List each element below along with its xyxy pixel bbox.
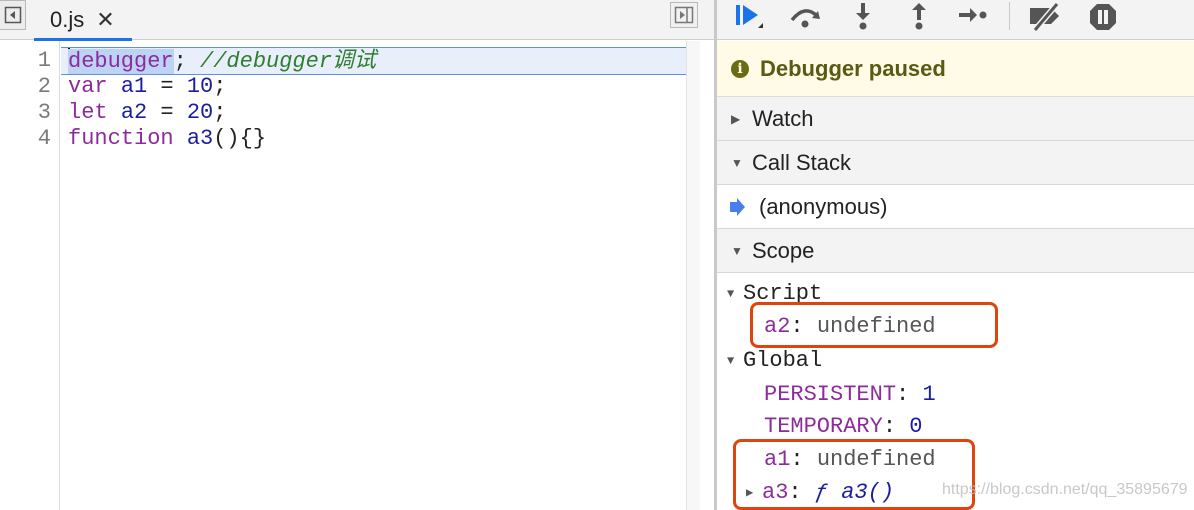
number-token: 20 <box>186 100 214 125</box>
debugger-toolbar <box>717 0 1194 40</box>
source-editor-pane: 0.js ✕ 1 2 3 4 debugger; //debugger调试 va… <box>0 0 716 510</box>
deactivate-breakpoints-icon <box>1030 2 1060 32</box>
file-tab-0js[interactable]: 0.js ✕ <box>34 0 132 41</box>
code-line-4[interactable]: function a3(){} <box>68 126 266 152</box>
punctuation-token: ; <box>213 100 227 125</box>
punctuation-token: ; <box>213 74 227 99</box>
pause-on-exceptions-button[interactable] <box>1085 0 1121 34</box>
punctuation-token: (){} <box>213 126 267 151</box>
scope-section-label: Scope <box>752 237 815 263</box>
code-line-3[interactable]: let a2 = 20; <box>68 100 226 126</box>
call-stack-section-label: Call Stack <box>752 149 852 175</box>
annotation-box-global-vars <box>733 439 975 510</box>
step-into-icon <box>856 3 870 30</box>
resume-button[interactable] <box>731 0 767 34</box>
line-number[interactable]: 3 <box>0 100 51 126</box>
property-value: 0 <box>909 414 923 439</box>
collapse-triangle-icon: ▼ <box>727 354 735 368</box>
annotation-box-script-scope <box>750 302 998 348</box>
sidebar-left-icon <box>4 6 21 24</box>
identifier-token: a2 <box>120 100 148 125</box>
toolbar-separator <box>1009 2 1010 30</box>
collapse-triangle-icon: ▼ <box>731 243 743 258</box>
scope-property-temporary[interactable]: TEMPORARY: 0 <box>764 412 922 442</box>
info-icon: i <box>731 59 749 78</box>
keyword-token: debugger <box>68 49 174 74</box>
punctuation-token: ; <box>173 49 201 74</box>
collapse-triangle-icon: ▼ <box>727 287 735 301</box>
frame-name: (anonymous) <box>759 193 888 219</box>
number-token: 10 <box>186 74 214 99</box>
call-stack-section-header[interactable]: ▼ Call Stack <box>717 141 1194 185</box>
debugger-paused-banner: i Debugger paused <box>717 41 1194 97</box>
identifier-token: a1 <box>120 74 148 99</box>
toggle-debugger-sidebar-button[interactable] <box>670 2 698 28</box>
step-over-icon <box>790 9 820 28</box>
editor-tab-bar: 0.js ✕ <box>0 0 716 41</box>
watch-section-label: Watch <box>752 105 814 131</box>
step-out-icon <box>912 3 926 30</box>
scope-section-header[interactable]: ▼ Scope <box>717 229 1194 273</box>
step-over-button[interactable] <box>787 0 823 34</box>
operator-token: = <box>147 100 187 125</box>
step-icon <box>959 8 987 22</box>
keyword-token: let <box>68 100 108 125</box>
comment-token: //debugger调试 <box>200 49 377 74</box>
operator-token: = <box>147 74 187 99</box>
resume-icon <box>736 5 763 28</box>
code-editor[interactable]: 1 2 3 4 debugger; //debugger调试 var a1 = … <box>0 41 686 510</box>
editor-vertical-scrollbar[interactable] <box>686 41 700 510</box>
expand-triangle-icon: ▶ <box>731 111 741 126</box>
property-name: PERSISTENT <box>764 382 897 407</box>
watermark-text: https://blog.csdn.net/qq_35895679 <box>942 481 1188 498</box>
line-number[interactable]: 1 <box>0 48 51 74</box>
code-line-2[interactable]: var a1 = 10; <box>68 74 226 100</box>
pause-on-exceptions-icon <box>1090 4 1116 30</box>
keyword-token: function <box>68 126 174 151</box>
scope-global-label: Global <box>743 348 823 373</box>
line-number[interactable]: 2 <box>0 74 51 100</box>
paused-message: Debugger paused <box>760 55 946 81</box>
code-line-1[interactable]: debugger; //debugger调试 <box>68 48 376 74</box>
deactivate-breakpoints-button[interactable] <box>1027 0 1063 34</box>
step-button[interactable] <box>955 0 991 34</box>
current-frame-arrow-icon <box>730 197 745 216</box>
call-stack-frame[interactable]: (anonymous) <box>717 185 1194 229</box>
property-value: 1 <box>922 382 936 407</box>
step-out-button[interactable] <box>901 0 937 34</box>
sidebar-right-icon <box>674 6 694 24</box>
watch-section-header[interactable]: ▶ Watch <box>717 97 1194 141</box>
step-into-button[interactable] <box>845 0 881 34</box>
property-name: TEMPORARY <box>764 414 883 439</box>
scope-property-persistent[interactable]: PERSISTENT: 1 <box>764 380 936 410</box>
identifier-token: a3 <box>186 126 214 151</box>
collapse-triangle-icon: ▼ <box>731 155 743 170</box>
close-icon[interactable]: ✕ <box>96 7 114 33</box>
keyword-token: var <box>68 74 108 99</box>
line-number[interactable]: 4 <box>0 126 51 152</box>
file-tab-label: 0.js <box>50 7 85 32</box>
toggle-navigator-button[interactable] <box>0 0 26 30</box>
line-number-gutter[interactable]: 1 2 3 4 <box>0 41 60 510</box>
debugger-sidebar: i Debugger paused ▶ Watch ▼ Call Stack (… <box>717 0 1194 510</box>
scope-global-node[interactable]: ▼ Global <box>727 346 822 376</box>
